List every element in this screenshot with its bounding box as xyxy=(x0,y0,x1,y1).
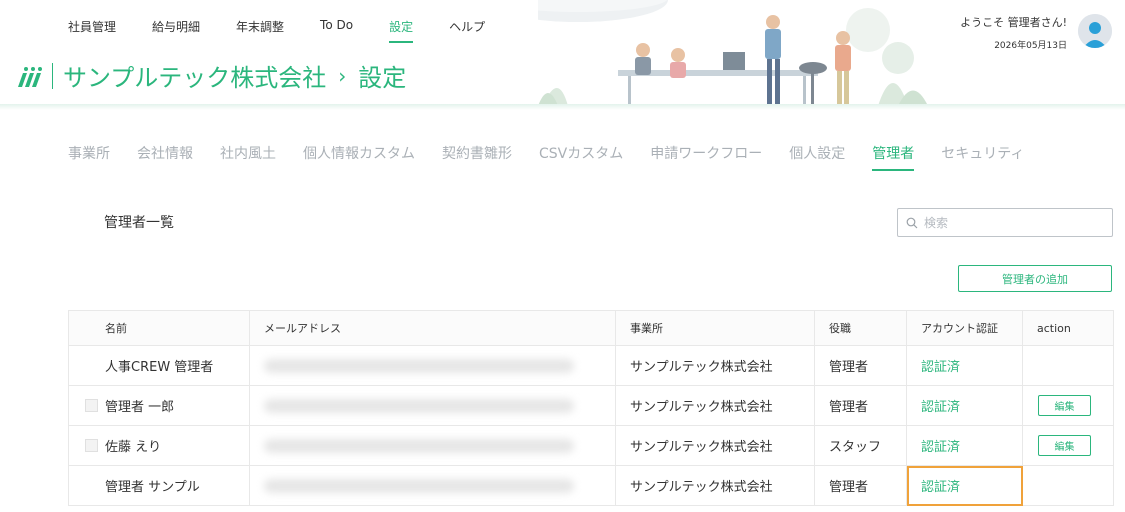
row-checkbox[interactable] xyxy=(85,399,98,412)
admin-name: 管理者 一郎 xyxy=(105,400,175,415)
nav-todo[interactable]: To Do xyxy=(320,18,353,43)
app-header: 社員管理 給与明細 年末調整 To Do 設定 ヘルプ サンプルテック株式会社 … xyxy=(0,0,1125,108)
redacted-email-blur xyxy=(264,398,574,413)
page-title: 設定 xyxy=(358,64,407,92)
admin-role: 管理者 xyxy=(814,345,907,386)
admin-office: サンプルテック株式会社 xyxy=(615,425,815,466)
column-header-action: action xyxy=(1022,310,1114,346)
search-box[interactable] xyxy=(897,208,1113,237)
action-cell: 編集 xyxy=(1022,425,1114,466)
column-header-name[interactable]: 名前 xyxy=(68,310,250,346)
add-admin-button[interactable]: 管理者の追加 xyxy=(958,265,1112,292)
nav-settings[interactable]: 設定 xyxy=(389,18,414,43)
email-redacted xyxy=(249,385,616,426)
table-header-row: 名前 メールアドレス 事業所 役職 アカウント認証 action xyxy=(68,310,1114,346)
redacted-email-blur xyxy=(264,438,574,453)
admin-name-cell: 管理者 一郎 xyxy=(68,385,250,426)
admin-name-cell: 佐藤 えり xyxy=(68,425,250,466)
brand-breadcrumb: サンプルテック株式会社 › 設定 xyxy=(16,58,406,93)
column-header-role[interactable]: 役職 xyxy=(814,310,907,346)
settings-tabs: 事業所 会社情報 社内風土 個人情報カスタム 契約書雛形 CSVカスタム 申請ワ… xyxy=(68,143,1051,171)
column-header-office[interactable]: 事業所 xyxy=(615,310,815,346)
welcome-message: ようこそ 管理者さん! xyxy=(960,16,1067,29)
email-redacted xyxy=(249,345,616,386)
tab-office[interactable]: 事業所 xyxy=(68,143,110,171)
admin-office: サンプルテック株式会社 xyxy=(615,385,815,426)
action-cell xyxy=(1022,465,1114,506)
tab-company-info[interactable]: 会社情報 xyxy=(137,143,193,171)
breadcrumb-chevron-icon: › xyxy=(338,63,347,88)
row-checkbox[interactable] xyxy=(85,439,98,452)
tab-security[interactable]: セキュリティ xyxy=(941,143,1024,171)
edit-button[interactable]: 編集 xyxy=(1038,435,1091,456)
table-row: 佐藤 えり サンプルテック株式会社 スタッフ 認証済 編集 xyxy=(68,425,1114,466)
auth-status-highlighted[interactable]: 認証済 xyxy=(906,465,1023,506)
action-cell: 編集 xyxy=(1022,385,1114,426)
admin-name: 人事CREW 管理者 xyxy=(68,345,250,386)
nav-employee-management[interactable]: 社員管理 xyxy=(68,18,116,43)
tab-personal-info-custom[interactable]: 個人情報カスタム xyxy=(303,143,415,171)
auth-status: 認証済 xyxy=(906,345,1023,386)
section-title: 管理者一覧 xyxy=(104,215,174,231)
action-cell xyxy=(1022,345,1114,386)
email-redacted xyxy=(249,465,616,506)
top-navigation: 社員管理 給与明細 年末調整 To Do 設定 ヘルプ xyxy=(68,18,521,43)
search-input[interactable] xyxy=(924,215,1104,230)
admin-office: サンプルテック株式会社 xyxy=(615,465,815,506)
email-redacted xyxy=(249,425,616,466)
nav-year-end-adjustment[interactable]: 年末調整 xyxy=(236,18,284,43)
admin-role: スタッフ xyxy=(814,425,907,466)
current-date: 2026年05月13日 xyxy=(994,41,1067,51)
auth-status: 認証済 xyxy=(906,425,1023,466)
column-header-email[interactable]: メールアドレス xyxy=(249,310,616,346)
tab-csv-custom[interactable]: CSVカスタム xyxy=(539,143,623,171)
search-icon xyxy=(906,217,918,228)
nav-help[interactable]: ヘルプ xyxy=(449,18,485,43)
tab-personal-settings[interactable]: 個人設定 xyxy=(789,143,845,171)
edit-button[interactable]: 編集 xyxy=(1038,395,1091,416)
company-name[interactable]: サンプルテック株式会社 xyxy=(63,58,326,93)
welcome-area: ようこそ 管理者さん! 2026年05月13日 xyxy=(960,14,1067,51)
admin-name: 佐藤 えり xyxy=(105,440,162,455)
table-row: 管理者 サンプル サンプルテック株式会社 管理者 認証済 xyxy=(68,465,1114,506)
nav-payslip[interactable]: 給与明細 xyxy=(152,18,200,43)
table-row: 人事CREW 管理者 サンプルテック株式会社 管理者 認証済 xyxy=(68,345,1114,386)
admin-office: サンプルテック株式会社 xyxy=(615,345,815,386)
tab-admin[interactable]: 管理者 xyxy=(872,143,915,171)
header-illustration xyxy=(538,0,928,106)
table-row: 管理者 一郎 サンプルテック株式会社 管理者 認証済 編集 xyxy=(68,385,1114,426)
user-avatar[interactable] xyxy=(1078,14,1112,48)
admin-name: 管理者 サンプル xyxy=(68,465,250,506)
admin-role: 管理者 xyxy=(814,465,907,506)
header-divider xyxy=(0,104,1125,110)
admin-role: 管理者 xyxy=(814,385,907,426)
redacted-email-blur xyxy=(264,478,574,493)
logo-icon xyxy=(18,66,42,87)
tab-culture[interactable]: 社内風土 xyxy=(220,143,276,171)
user-icon xyxy=(1078,14,1112,48)
brand-divider xyxy=(52,62,53,89)
auth-status: 認証済 xyxy=(906,385,1023,426)
tab-contract-template[interactable]: 契約書雛形 xyxy=(442,143,512,171)
tab-workflow[interactable]: 申請ワークフロー xyxy=(650,143,762,171)
admin-table: 名前 メールアドレス 事業所 役職 アカウント認証 action 人事CREW … xyxy=(68,310,1114,506)
redacted-email-blur xyxy=(264,358,574,373)
column-header-auth-status[interactable]: アカウント認証 xyxy=(906,310,1023,346)
